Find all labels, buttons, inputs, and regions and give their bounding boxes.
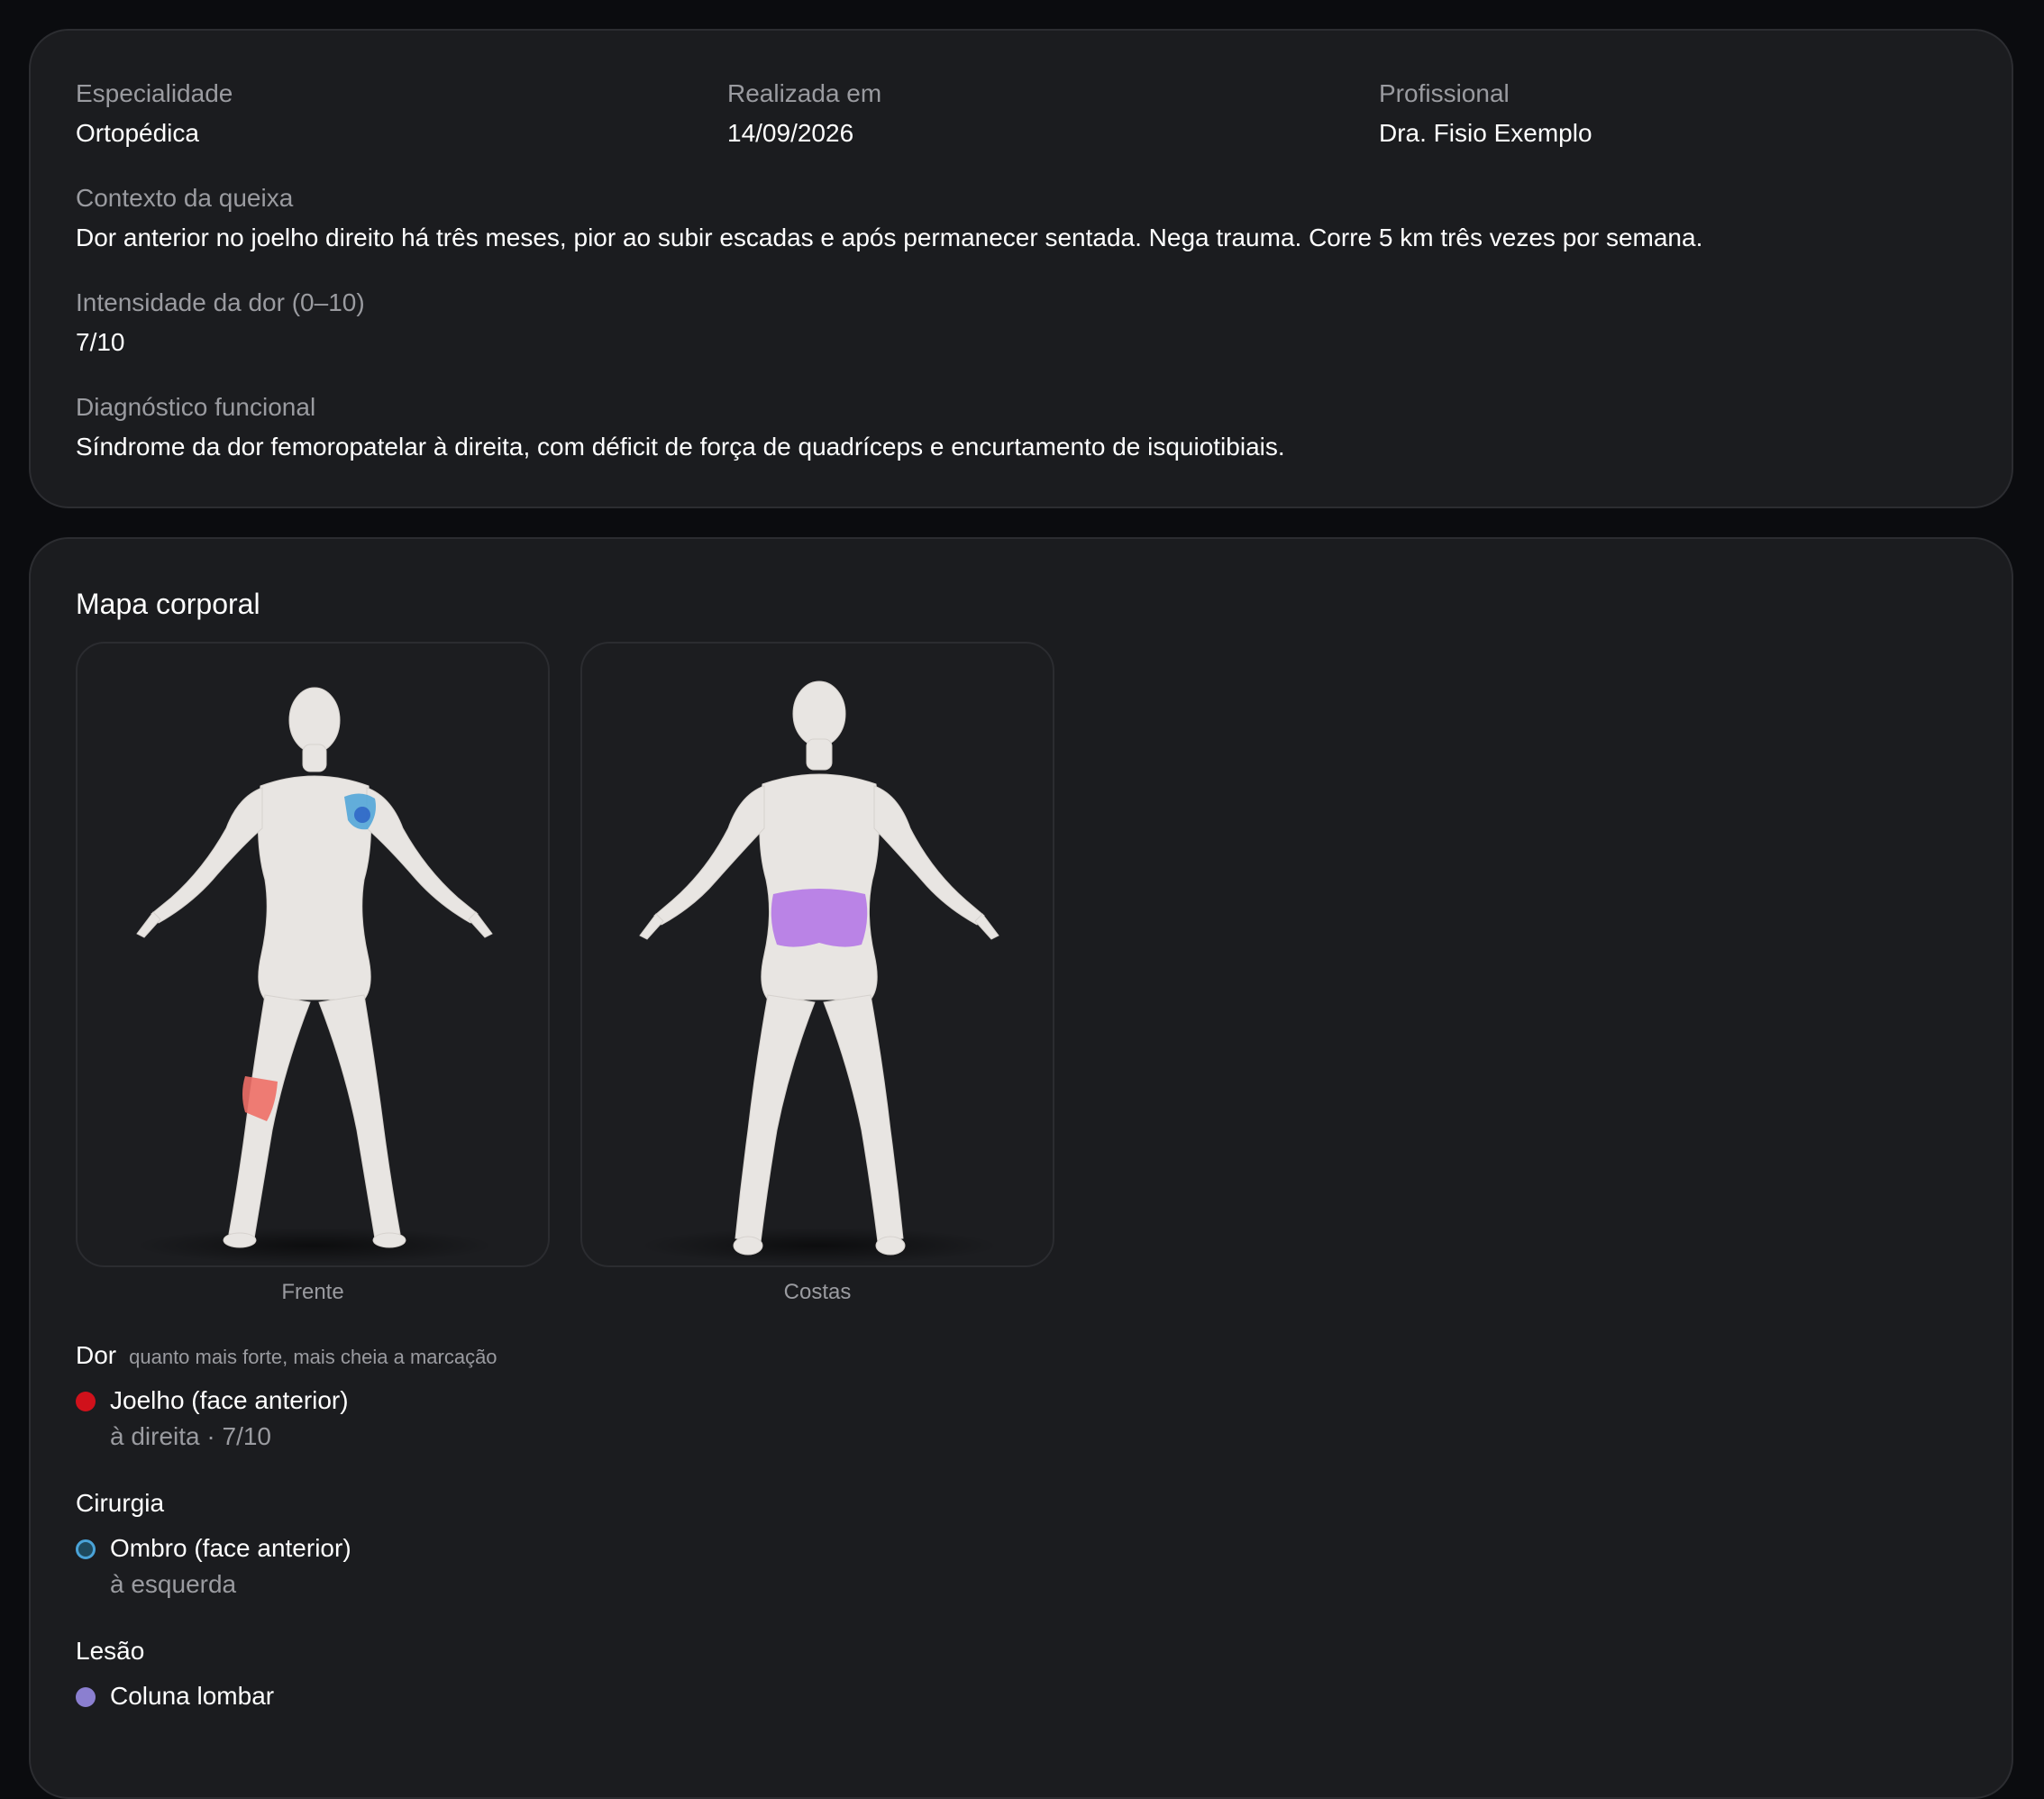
body-map-title: Mapa corporal: [76, 588, 260, 620]
front-body-figure: [134, 687, 495, 1264]
functional-diagnosis-label: Diagnóstico funcional: [76, 393, 316, 421]
front-view-caption: Frente: [281, 1280, 344, 1304]
pain-item-name: Joelho (face anterior): [110, 1386, 349, 1414]
body-view-front[interactable]: [76, 642, 550, 1267]
surgery-dot-icon: [76, 1539, 96, 1559]
injury-item-name: Coluna lombar: [110, 1682, 275, 1710]
body-map-card: Mapa corporal Frente Costas Dor quanto m…: [29, 537, 2013, 1799]
body-view-back[interactable]: [580, 642, 1054, 1267]
professional-label: Profissional: [1379, 79, 1510, 107]
legend-pain-title: Dor: [76, 1341, 117, 1369]
complaint-context-label: Contexto da queixa: [76, 184, 294, 212]
specialty-value: Ortopédica: [76, 119, 199, 147]
pain-intensity-value: 7/10: [76, 328, 125, 356]
legend-pain-group: Dor quanto mais forte, mais cheia a marca…: [76, 1339, 497, 1374]
pain-item-detail: à direita · 7/10: [110, 1422, 271, 1450]
surgery-item-detail: à esquerda: [110, 1570, 237, 1598]
pain-dot-icon: [76, 1392, 96, 1411]
date-value: 14/09/2026: [727, 119, 854, 147]
legend-surgery-title: Cirurgia: [76, 1489, 165, 1517]
back-view-caption: Costas: [783, 1280, 852, 1304]
surgery-item-name: Ombro (face anterior): [110, 1534, 351, 1562]
legend-injury-title: Lesão: [76, 1637, 145, 1665]
professional-value: Dra. Fisio Exemplo: [1379, 119, 1592, 147]
assessment-summary-card: Especialidade Ortopédica Realizada em 14…: [29, 29, 2013, 508]
specialty-label: Especialidade: [76, 79, 233, 107]
legend-pain-hint: quanto mais forte, mais cheia a marcação: [129, 1346, 497, 1368]
pain-intensity-label: Intensidade da dor (0–10): [76, 288, 365, 316]
date-label: Realizada em: [727, 79, 882, 107]
back-body-figure: [639, 680, 999, 1264]
injury-marker-lumbar: [771, 889, 868, 947]
complaint-context-value: Dor anterior no joelho direito há três m…: [76, 224, 1703, 251]
injury-dot-icon: [76, 1687, 96, 1707]
functional-diagnosis-value: Síndrome da dor femoropatelar à direita,…: [76, 433, 1285, 461]
